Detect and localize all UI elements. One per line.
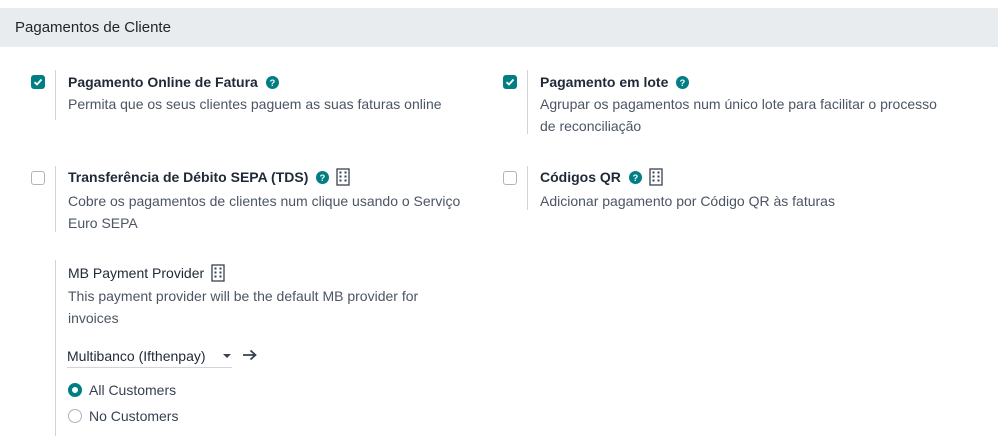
enterprise-building-icon <box>336 168 351 186</box>
chevron-down-icon[interactable] <box>223 354 231 358</box>
sepa-debit-checkbox[interactable] <box>31 171 45 185</box>
mb-provider-description-line1: This payment provider will be the defaul… <box>68 288 419 304</box>
qr-codes-title[interactable]: Códigos QR <box>540 169 621 185</box>
batch-payment-title-row: Pagamento em lote ? <box>540 74 690 90</box>
online-invoice-checkbox[interactable] <box>31 75 45 89</box>
mb-provider-title-row: MB Payment Provider <box>68 264 225 282</box>
enterprise-building-icon <box>211 264 225 282</box>
arrow-right-icon[interactable] <box>242 349 258 361</box>
setting-divider <box>55 166 56 232</box>
svg-text:?: ? <box>680 77 686 87</box>
online-invoice-description: Permita que os seus clientes paguem as s… <box>68 96 442 112</box>
setting-divider <box>527 166 528 210</box>
batch-payment-description-line2: de reconciliação <box>540 118 642 134</box>
sepa-debit-title-row: Transferência de Débito SEPA (TDS) ? <box>68 168 351 186</box>
sepa-debit-description: Cobre os pagamentos de clientes num cliq… <box>68 190 460 234</box>
radio-no-customers-label[interactable]: No Customers <box>89 408 178 424</box>
setting-divider <box>527 70 528 134</box>
mb-provider-title: MB Payment Provider <box>68 265 205 281</box>
radio-all-customers[interactable] <box>68 383 82 397</box>
qr-codes-description: Adicionar pagamento por Código QR às fat… <box>540 193 835 209</box>
section-header: Pagamentos de Cliente <box>0 8 998 47</box>
mb-provider-select-value: Multibanco (Ifthenpay) <box>67 347 206 364</box>
radio-all-customers-label[interactable]: All Customers <box>89 382 176 398</box>
online-invoice-title-row: Pagamento Online de Fatura ? <box>68 74 279 90</box>
help-icon[interactable]: ? <box>628 170 642 184</box>
help-icon[interactable]: ? <box>265 75 279 89</box>
svg-text:?: ? <box>269 77 275 87</box>
checkmark-icon <box>505 78 515 86</box>
svg-text:?: ? <box>633 172 639 182</box>
sepa-debit-title[interactable]: Transferência de Débito SEPA (TDS) <box>68 169 308 185</box>
section-title: Pagamentos de Cliente <box>15 19 171 36</box>
enterprise-building-icon <box>649 168 663 186</box>
batch-payment-checkbox[interactable] <box>503 75 517 89</box>
batch-payment-description-line1: Agrupar os pagamentos num único lote par… <box>540 96 937 112</box>
batch-payment-title[interactable]: Pagamento em lote <box>540 74 668 90</box>
batch-payment-description: Agrupar os pagamentos num único lote par… <box>540 93 937 137</box>
mb-provider-description-line2: invoices <box>68 310 119 326</box>
mb-provider-select[interactable]: Multibanco (Ifthenpay) <box>67 344 232 368</box>
setting-divider <box>55 70 56 120</box>
qr-codes-title-row: Códigos QR ? <box>540 168 663 186</box>
setting-divider <box>55 260 56 436</box>
sepa-debit-description-line1: Cobre os pagamentos de clientes num cliq… <box>68 193 461 209</box>
radio-no-customers[interactable] <box>68 409 82 423</box>
qr-codes-checkbox[interactable] <box>503 171 517 185</box>
sepa-debit-description-line2: Euro SEPA <box>68 215 138 231</box>
online-invoice-title[interactable]: Pagamento Online de Fatura <box>68 74 258 90</box>
help-icon[interactable]: ? <box>676 75 690 89</box>
svg-text:?: ? <box>320 172 326 182</box>
checkmark-icon <box>33 78 43 86</box>
mb-provider-description: This payment provider will be the defaul… <box>68 285 418 329</box>
help-icon[interactable]: ? <box>316 170 330 184</box>
